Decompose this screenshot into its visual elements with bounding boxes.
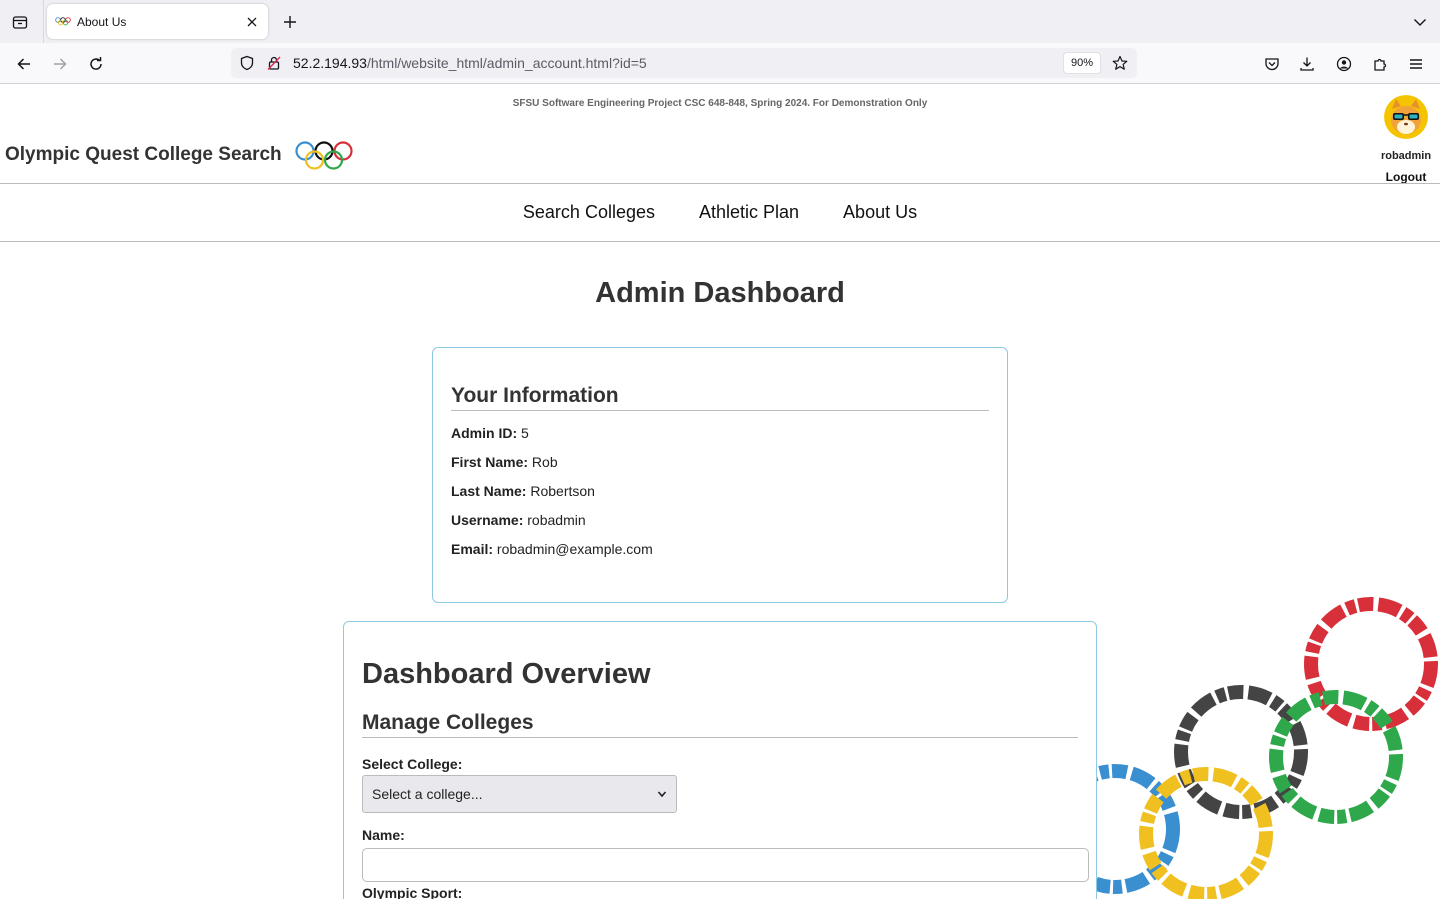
olympic-rings-decoration	[1095, 597, 1438, 899]
web-page: SFSU Software Engineering Project CSC 64…	[0, 84, 1440, 899]
nav-item-about-us[interactable]: About Us	[843, 202, 917, 223]
last-name-row: Last Name: Robertson	[451, 483, 989, 499]
insecure-lock-icon[interactable]	[263, 52, 285, 74]
forward-arrow-icon[interactable]	[47, 51, 73, 77]
bookmark-star-icon[interactable]	[1108, 51, 1132, 75]
hamburger-menu-icon[interactable]	[1403, 51, 1429, 77]
olympic-rings-logo-icon	[295, 141, 353, 170]
info-heading: Your Information	[451, 384, 989, 411]
url-host: 52.2.194.93	[293, 55, 367, 71]
reload-icon[interactable]	[83, 51, 109, 77]
first-name-value: Rob	[531, 454, 558, 470]
extensions-icon[interactable]	[1367, 51, 1393, 77]
last-name-value: Robertson	[530, 483, 595, 499]
first-name-row: First Name: Rob	[451, 454, 989, 470]
back-arrow-icon[interactable]	[11, 51, 37, 77]
nav-item-athletic-plan[interactable]: Athletic Plan	[699, 202, 799, 223]
demo-disclaimer: SFSU Software Engineering Project CSC 64…	[512, 98, 928, 109]
avatar[interactable]	[1384, 95, 1428, 139]
username-label: robadmin	[1380, 150, 1432, 162]
olympic-sport-label: Olympic Sport:	[362, 885, 463, 899]
username-field-label: Username:	[451, 512, 524, 528]
user-menu: robadmin Logout	[1378, 95, 1434, 184]
admin-id-row: Admin ID: 5	[451, 425, 989, 441]
logout-link[interactable]: Logout	[1378, 170, 1434, 184]
email-row: Email: robadmin@example.com	[451, 541, 989, 557]
pocket-icon[interactable]	[1259, 51, 1285, 77]
email-value: robadmin@example.com	[496, 541, 653, 557]
tab-title: About Us	[77, 14, 127, 29]
zoom-level-badge[interactable]: 90%	[1063, 52, 1101, 74]
url-path: /html/website_html/admin_account.html?id…	[366, 55, 647, 71]
tab-list-icon[interactable]	[8, 10, 32, 34]
last-name-label: Last Name:	[451, 483, 527, 499]
admin-id-label: Admin ID:	[451, 425, 518, 441]
new-tab-plus-icon[interactable]	[278, 10, 302, 34]
download-icon[interactable]	[1294, 51, 1320, 77]
tab-separator	[43, 0, 44, 43]
chevron-down-icon[interactable]	[1408, 10, 1432, 34]
close-icon[interactable]	[240, 10, 264, 34]
chevron-down-icon	[657, 791, 667, 798]
name-label: Name:	[362, 827, 405, 843]
email-label: Email:	[451, 541, 494, 557]
site-title: Olympic Quest College Search	[5, 144, 282, 165]
username-row: Username: robadmin	[451, 512, 989, 528]
first-name-label: First Name:	[451, 454, 529, 470]
college-select-box[interactable]: Select a college...	[362, 775, 677, 813]
olympic-rings-favicon-icon	[55, 17, 71, 27]
username-value: robadmin	[527, 512, 586, 528]
college-select[interactable]: Select a college...	[362, 775, 677, 813]
main-navigation: Search Colleges Athletic Plan About Us	[0, 183, 1440, 242]
browser-tab[interactable]: About Us	[47, 4, 268, 39]
address-bar[interactable]: 52.2.194.93/html/website_html/admin_acco…	[231, 48, 1137, 78]
url-text[interactable]: 52.2.194.93/html/website_html/admin_acco…	[293, 55, 647, 71]
your-information-card: Your Information Admin ID: 5 First Name:…	[432, 347, 1008, 603]
account-icon[interactable]	[1331, 51, 1357, 77]
admin-id-value: 5	[521, 425, 529, 441]
shield-icon[interactable]	[236, 52, 258, 74]
name-input[interactable]	[362, 848, 1089, 882]
browser-toolbar: 52.2.194.93/html/website_html/admin_acco…	[0, 43, 1440, 84]
page-title: Admin Dashboard	[595, 277, 845, 309]
nav-item-search-colleges[interactable]: Search Colleges	[523, 202, 655, 223]
college-select-value: Select a college...	[372, 786, 483, 802]
manage-colleges-heading: Manage Colleges	[362, 711, 1078, 738]
select-college-label: Select College:	[362, 756, 463, 772]
dashboard-overview-card: Dashboard Overview Manage Colleges Selec…	[343, 621, 1097, 899]
tab-bar: About Us	[0, 0, 1440, 43]
dashboard-heading: Dashboard Overview	[362, 658, 651, 690]
site-brand[interactable]: Olympic Quest College Search	[5, 139, 354, 171]
